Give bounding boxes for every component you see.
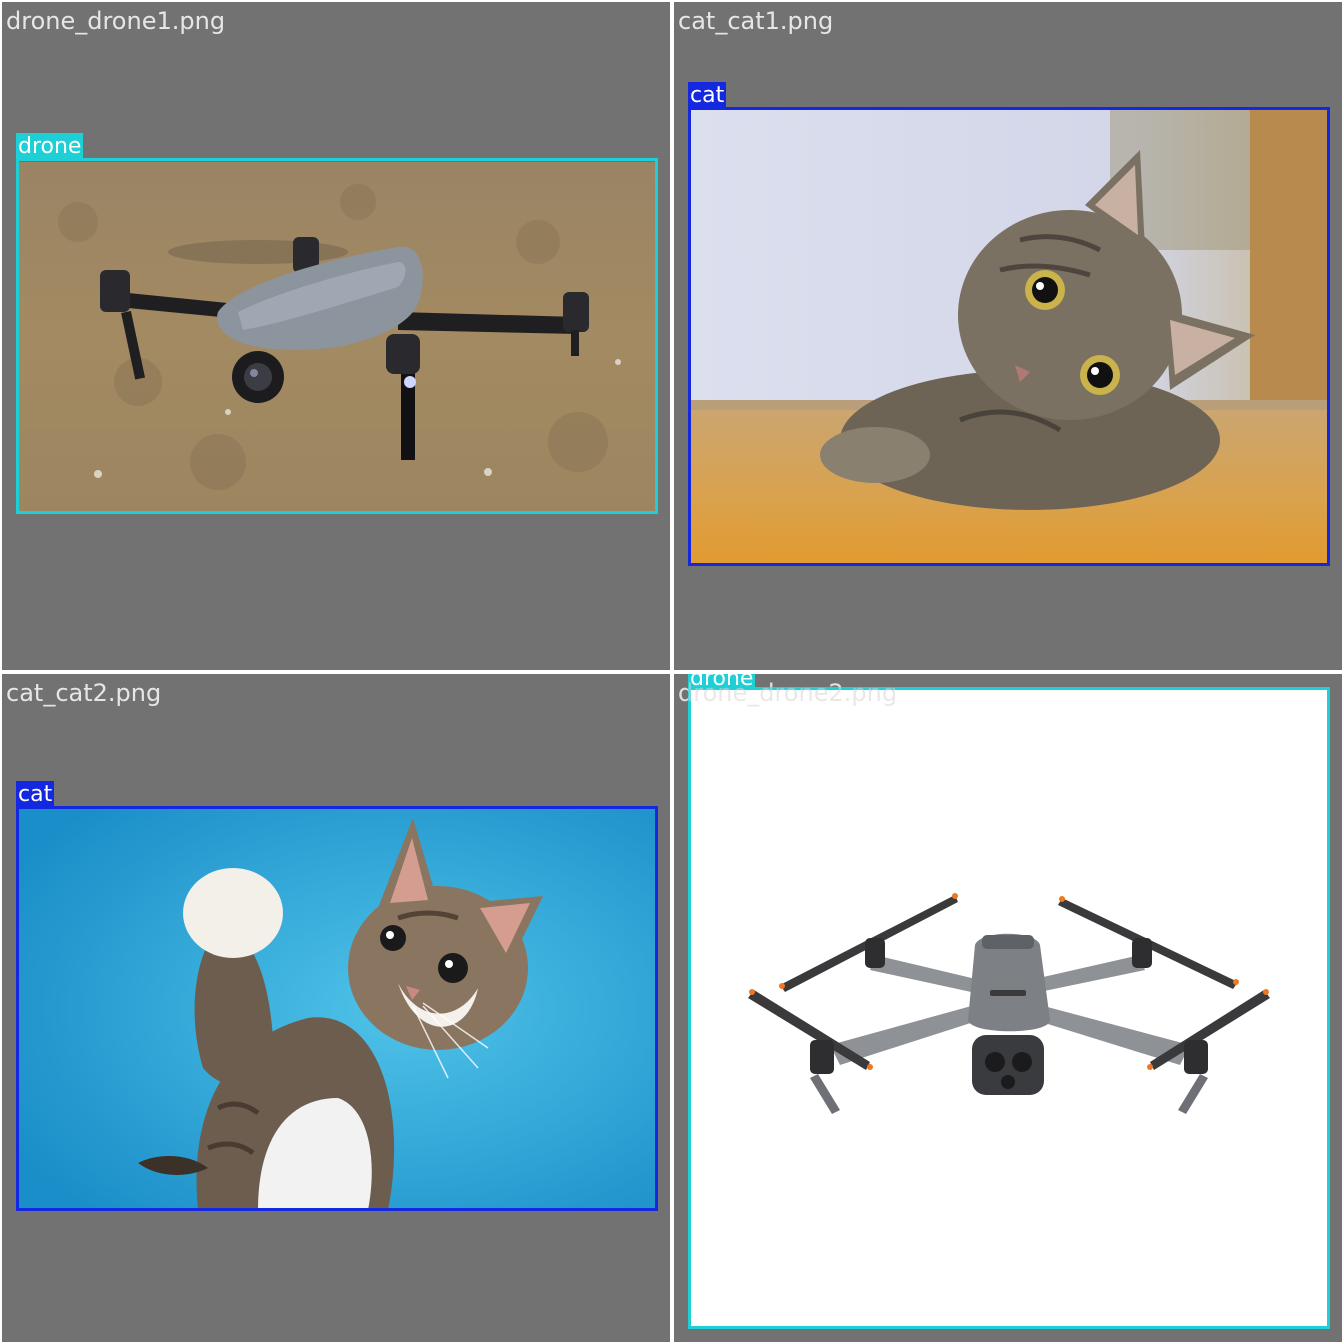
- tile-filename: drone_drone1.png: [6, 7, 226, 35]
- bbox-cat: cat: [688, 82, 1330, 566]
- tile-filename: cat_cat2.png: [6, 679, 162, 707]
- tile-filename: cat_cat1.png: [678, 7, 834, 35]
- bbox-drone: drone: [16, 133, 658, 514]
- tile-cat2[interactable]: cat_cat2.png cat: [2, 674, 670, 1342]
- bbox-drone: drone: [688, 674, 1330, 1329]
- bbox-label: cat: [16, 781, 55, 807]
- tile-drone2[interactable]: drone_drone2.png: [674, 674, 1342, 1342]
- bbox-label: cat: [688, 82, 727, 108]
- bbox-cat: cat: [16, 781, 658, 1211]
- tile-cat1[interactable]: cat_cat1.png cat: [674, 2, 1342, 670]
- tile-filename-overlay: drone_drone2.png: [678, 679, 898, 707]
- detection-mosaic: drone_drone1.png drone cat_cat1.png cat …: [0, 0, 1344, 1344]
- bbox-label: drone: [16, 133, 84, 159]
- tile-drone1[interactable]: drone_drone1.png drone: [2, 2, 670, 670]
